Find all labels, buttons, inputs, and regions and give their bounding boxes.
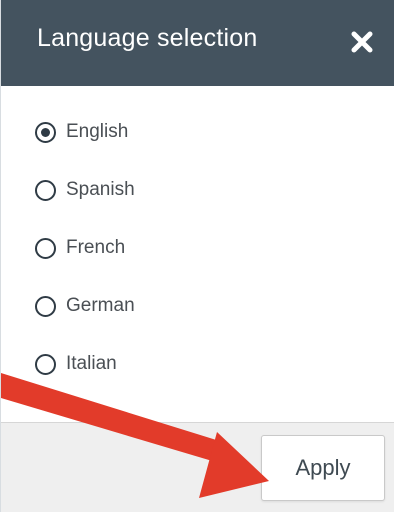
close-icon: [351, 31, 373, 53]
language-selection-dialog: Language selection English Spanish Frenc…: [0, 0, 394, 512]
language-option-label: Spanish: [66, 179, 135, 200]
radio-button[interactable]: [35, 179, 56, 201]
radio-button[interactable]: [35, 353, 56, 375]
dialog-header: Language selection: [1, 0, 394, 86]
language-option-french[interactable]: French: [35, 230, 125, 266]
dialog-title: Language selection: [37, 24, 258, 52]
close-button[interactable]: [342, 22, 382, 62]
radio-button[interactable]: [35, 295, 56, 317]
language-option-label: Italian: [66, 353, 117, 374]
language-option-label: German: [66, 295, 135, 316]
language-option-spanish[interactable]: Spanish: [35, 172, 135, 208]
language-options-list: English Spanish French German Italian: [1, 86, 394, 422]
language-option-german[interactable]: German: [35, 288, 135, 324]
language-option-label: English: [66, 121, 129, 142]
language-option-italian[interactable]: Italian: [35, 346, 117, 382]
apply-button[interactable]: Apply: [261, 435, 385, 501]
radio-button-checked[interactable]: [35, 121, 56, 143]
language-option-english[interactable]: English: [35, 114, 128, 150]
radio-button[interactable]: [35, 237, 56, 259]
language-option-label: French: [66, 237, 126, 258]
